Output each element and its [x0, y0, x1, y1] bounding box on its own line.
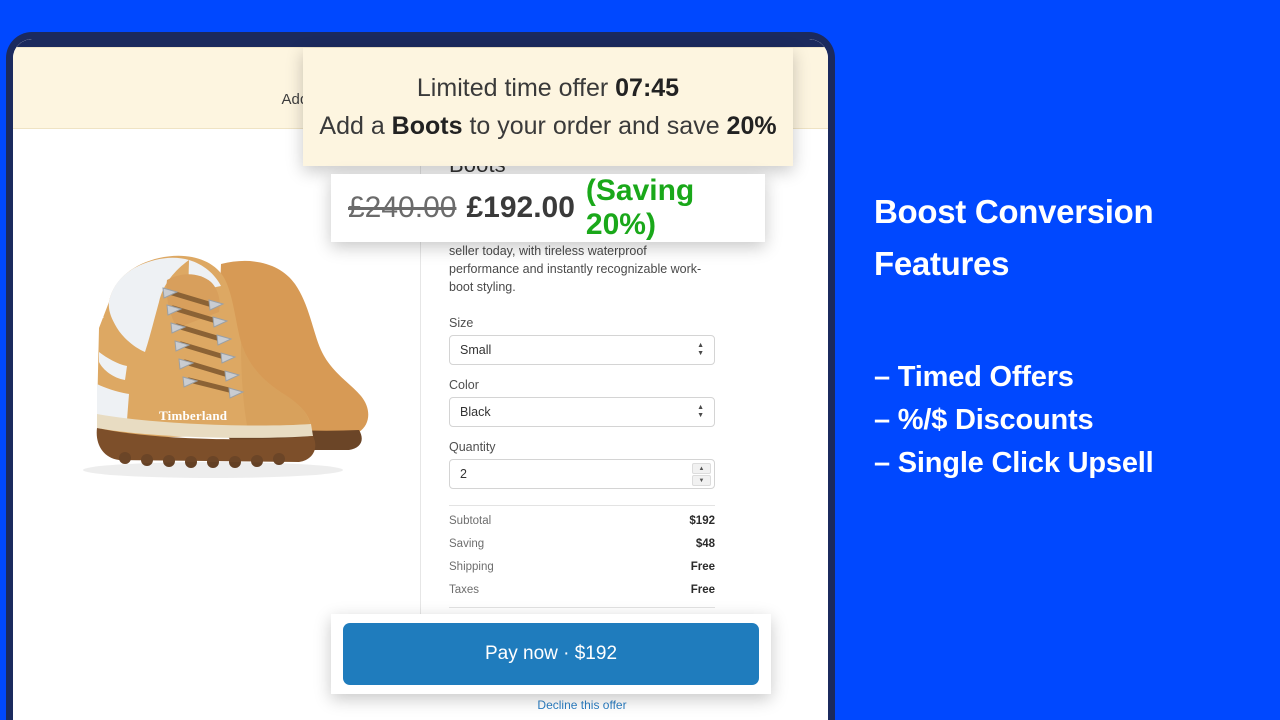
size-label: Size: [449, 316, 474, 330]
callout-price: £240.00 £192.00 (Saving 20%): [331, 174, 765, 242]
marketing-heading: Boost Conversion Features: [874, 193, 1154, 282]
feature-item-single-click-upsell: – Single Click Upsell: [874, 447, 1154, 479]
callout-offer-product: Boots: [391, 111, 463, 140]
svg-text:Timberland: Timberland: [159, 408, 228, 423]
summary-label: Saving: [449, 538, 485, 550]
callout-pay-now: Pay now · $192: [331, 614, 771, 694]
quantity-value: 2: [460, 467, 467, 481]
callout-promo-banner: Limited time offer 07:45 Add a Boots to …: [303, 48, 793, 166]
summary-row-subtotal: Subtotal $192: [449, 515, 715, 527]
screenshot-root: Limited time offer 07:45 Add a Boots to …: [0, 0, 1280, 720]
marketing-feature-list: – Timed Offers – %/$ Discounts – Single …: [874, 356, 1280, 485]
color-label: Color: [449, 378, 479, 392]
browser-chrome-bar: [13, 39, 828, 47]
callout-offer-line: Add a Boots to your order and save 20%: [319, 112, 776, 141]
chevron-updown-icon: ▲ ▼: [697, 404, 704, 419]
callout-price-discounted: £192.00: [466, 191, 575, 224]
callout-price-original: £240.00: [348, 191, 457, 224]
color-field-group: Color Black ▲ ▼: [449, 378, 803, 427]
stepper-up-icon[interactable]: ▲: [692, 463, 711, 474]
summary-value: Free: [690, 584, 715, 596]
quantity-label: Quantity: [449, 440, 496, 454]
callout-offer-discount: 20%: [726, 111, 777, 140]
quantity-field-group: Quantity 2 ▲ ▼: [449, 440, 803, 489]
summary-row-shipping: Shipping Free: [449, 561, 715, 573]
size-field-group: Size Small ▲ ▼: [449, 316, 803, 365]
summary-row-taxes: Taxes Free: [449, 584, 715, 596]
callout-pay-now-button[interactable]: Pay now · $192: [343, 623, 759, 685]
feature-item-discounts: – %/$ Discounts: [874, 404, 1094, 436]
size-select-value: Small: [460, 343, 492, 357]
quantity-input[interactable]: 2 ▲ ▼: [449, 459, 715, 489]
summary-label: Subtotal: [449, 515, 492, 527]
marketing-panel: Boost Conversion Features – Timed Offers…: [866, 0, 1280, 720]
callout-timer-line: Limited time offer 07:45: [417, 74, 679, 103]
chevron-updown-icon: ▲ ▼: [697, 342, 704, 357]
callout-price-saving: (Saving 20%): [585, 174, 695, 241]
decline-offer-link[interactable]: Decline this offer: [449, 698, 715, 712]
summary-row-saving: Saving $48: [449, 538, 715, 550]
summary-value: $48: [695, 538, 715, 550]
feature-item-timed-offers: – Timed Offers: [874, 361, 1074, 393]
stepper-down-icon[interactable]: ▼: [692, 475, 711, 486]
quantity-stepper[interactable]: ▲ ▼: [692, 463, 711, 486]
color-select[interactable]: Black ▲ ▼: [449, 397, 715, 427]
summary-value: Free: [690, 561, 715, 573]
color-select-value: Black: [460, 405, 491, 419]
summary-label: Shipping: [449, 561, 494, 573]
callout-offer-prefix: Add a: [319, 111, 392, 140]
svg-text:Timberland: Timberland: [63, 311, 104, 320]
size-select[interactable]: Small ▲ ▼: [449, 335, 715, 365]
callout-offer-middle: to your order and save: [462, 111, 727, 140]
summary-value: $192: [689, 515, 715, 527]
callout-timer-value: 07:45: [615, 73, 680, 102]
summary-label: Taxes: [449, 584, 480, 596]
callout-timer-prefix: Limited time offer: [416, 73, 616, 102]
